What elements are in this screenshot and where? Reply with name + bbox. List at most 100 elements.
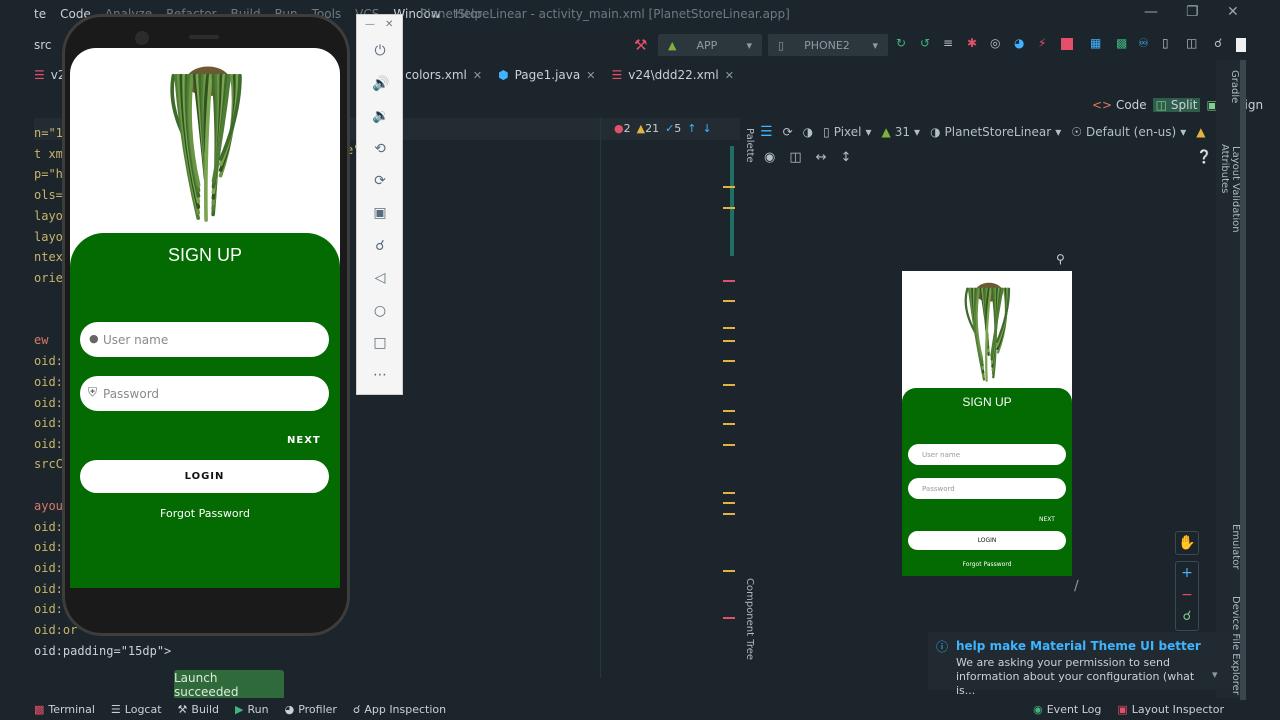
- horizontal-resize-icon[interactable]: ↔: [816, 150, 827, 165]
- scroll-marker[interactable]: [723, 186, 735, 188]
- rotate-right-icon[interactable]: ⟳: [372, 173, 388, 189]
- close-window-icon[interactable]: ✕: [1227, 4, 1239, 20]
- inspection-widget[interactable]: ●2 ▲21 ✓5 ↑ ↓: [614, 122, 712, 135]
- layers-icon[interactable]: ☰: [760, 124, 773, 140]
- phone-screen[interactable]: SIGN UP ● User name ⛨ Password NEXT LOGI…: [70, 48, 340, 588]
- scroll-marker[interactable]: [723, 502, 735, 504]
- notification-balloon[interactable]: ⓘ help make Material Theme UI better We …: [928, 632, 1230, 697]
- gradle-tool-tab[interactable]: Gradle: [1229, 70, 1240, 103]
- breadcrumb[interactable]: src: [34, 38, 52, 52]
- vertical-resize-icon[interactable]: ↕: [841, 150, 852, 165]
- search-icon[interactable]: ☌: [1214, 36, 1222, 50]
- username-input[interactable]: ● User name: [80, 322, 329, 357]
- scroll-marker[interactable]: [723, 327, 735, 329]
- terminal-tool[interactable]: ▩ Terminal: [34, 703, 95, 716]
- scroll-marker[interactable]: [723, 570, 735, 572]
- scroll-marker[interactable]: [723, 384, 735, 386]
- home-icon[interactable]: ○: [372, 303, 388, 319]
- notification-title[interactable]: help make Material Theme UI better: [956, 639, 1201, 653]
- scroll-marker[interactable]: [723, 444, 735, 446]
- event-log-tool[interactable]: ◉ Event Log: [1033, 703, 1101, 716]
- blueprint-icon[interactable]: ◫: [789, 150, 801, 165]
- editor-scrollbar[interactable]: [730, 146, 734, 256]
- attach-icon[interactable]: ◎: [990, 36, 1000, 50]
- pan-hand-icon[interactable]: ✋: [1175, 531, 1199, 555]
- close-tab-icon[interactable]: ✕: [725, 69, 734, 82]
- sdk-icon[interactable]: ◫: [1186, 36, 1197, 50]
- grid-icon[interactable]: ▦: [1090, 36, 1101, 50]
- layout-preview[interactable]: SIGN UP User name Password NEXT LOGIN Fo…: [902, 271, 1072, 576]
- volume-down-icon[interactable]: 🔉: [372, 108, 389, 124]
- run-tool[interactable]: ▶ Run: [235, 703, 269, 716]
- tab-ddd22[interactable]: ☰ v24\ddd22.xml ✕: [611, 68, 733, 82]
- scroll-marker[interactable]: [723, 207, 735, 209]
- more-icon[interactable]: ⋯: [372, 367, 388, 383]
- scroll-marker[interactable]: [723, 360, 735, 362]
- account-icon[interactable]: [1236, 38, 1246, 52]
- rotate-left-icon[interactable]: ⟲: [372, 141, 388, 157]
- scroll-marker[interactable]: [723, 423, 735, 425]
- pin-icon[interactable]: ⚲: [1056, 252, 1065, 266]
- app-inspection-tool[interactable]: ☌ App Inspection: [353, 703, 446, 716]
- emulator-close-icon[interactable]: ✕: [385, 19, 393, 30]
- orientation-icon[interactable]: ⟳: [783, 125, 793, 139]
- run-config-select[interactable]: ▲ APP ▾: [658, 34, 762, 56]
- scroll-marker[interactable]: [723, 617, 735, 619]
- preview-next-button[interactable]: NEXT: [1039, 516, 1055, 523]
- logcat-tool[interactable]: ☰ Logcat: [111, 703, 162, 716]
- scroll-marker[interactable]: [723, 410, 735, 412]
- camera-icon[interactable]: ▣: [372, 205, 388, 221]
- preview-login-button[interactable]: LOGIN: [908, 531, 1066, 550]
- zoom-in-icon[interactable]: +: [1176, 562, 1198, 584]
- scroll-marker[interactable]: [723, 513, 735, 515]
- view-mode-code[interactable]: <> Code: [1092, 98, 1147, 112]
- scroll-marker[interactable]: [723, 492, 735, 494]
- forgot-password-link[interactable]: Forgot Password: [70, 507, 340, 520]
- tab-colors[interactable]: colors.xml ✕: [405, 68, 482, 82]
- menu-item[interactable]: te: [34, 7, 46, 21]
- tab-page1[interactable]: ⬢ Page1.java ✕: [498, 68, 595, 82]
- list-icon[interactable]: ≡: [943, 36, 953, 50]
- stop-icon[interactable]: [1061, 38, 1073, 50]
- profiler-tool[interactable]: ◕ Profiler: [285, 703, 337, 716]
- chevron-down-icon[interactable]: ▾: [1212, 668, 1218, 681]
- locale-dropdown[interactable]: ☉ Default (en-us) ▾: [1071, 125, 1186, 139]
- preview-username-field[interactable]: User name: [908, 444, 1066, 465]
- build-hammer-icon[interactable]: ⚒: [634, 36, 647, 54]
- scroll-marker[interactable]: [723, 280, 735, 282]
- zoom-fit-icon[interactable]: ☌: [1176, 606, 1198, 628]
- apply-changes-icon[interactable]: ↻: [896, 36, 906, 50]
- sync-icon[interactable]: ♾: [1138, 36, 1149, 50]
- terminal-icon[interactable]: ▩: [1116, 36, 1127, 50]
- scroll-marker[interactable]: [723, 340, 735, 342]
- build-tool[interactable]: ⚒ Build: [178, 703, 220, 716]
- debug-attach-icon[interactable]: ⚡: [1038, 36, 1046, 50]
- attributes-tool-tab[interactable]: Attributes: [1219, 144, 1230, 193]
- device-manager-icon[interactable]: ▯: [1162, 36, 1169, 50]
- next-issue-icon[interactable]: ↓: [703, 122, 712, 135]
- help-icon[interactable]: ❔: [1196, 150, 1212, 165]
- theme-icon[interactable]: ◑: [803, 125, 813, 139]
- password-input[interactable]: ⛨ Password: [80, 376, 329, 411]
- debug-icon[interactable]: ✱: [967, 36, 977, 50]
- zoom-out-icon[interactable]: −: [1176, 584, 1198, 606]
- volume-up-icon[interactable]: 🔊: [372, 76, 389, 92]
- next-button[interactable]: NEXT: [287, 435, 321, 446]
- view-mode-split[interactable]: ◫ Split: [1152, 98, 1201, 112]
- scroll-marker[interactable]: [723, 300, 735, 302]
- overview-icon[interactable]: □: [372, 335, 388, 351]
- prev-issue-icon[interactable]: ↑: [687, 122, 696, 135]
- api-dropdown[interactable]: ▲ 31 ▾: [882, 125, 921, 139]
- preview-forgot-link[interactable]: Forgot Password: [902, 561, 1072, 568]
- profiler-icon[interactable]: ◕: [1014, 36, 1024, 50]
- close-tab-icon[interactable]: ✕: [586, 69, 595, 82]
- resize-handle-icon[interactable]: ∕: [1074, 578, 1079, 594]
- preview-password-field[interactable]: Password: [908, 478, 1066, 499]
- warning-icon[interactable]: ▲: [1196, 125, 1205, 139]
- apply-code-changes-icon[interactable]: ↺: [920, 36, 930, 50]
- device-dropdown[interactable]: ▯ Pixel ▾: [823, 125, 871, 139]
- close-tab-icon[interactable]: ✕: [473, 69, 482, 82]
- minimize-icon[interactable]: —: [1144, 4, 1158, 20]
- theme-dropdown[interactable]: ◑ PlanetStoreLinear ▾: [930, 125, 1061, 139]
- power-icon[interactable]: ⏻: [372, 43, 388, 59]
